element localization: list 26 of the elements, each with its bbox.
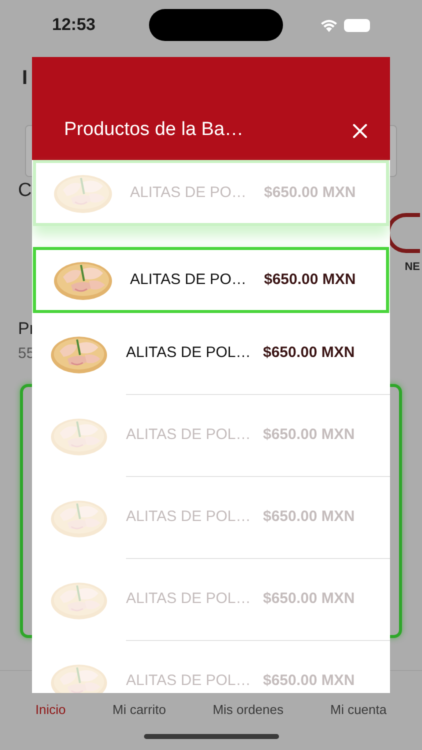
product-name: ALITAS DE POL…: [126, 507, 252, 528]
tab[interactable]: Mi cuenta: [330, 700, 387, 723]
product-name: ALITAS DE PO…: [130, 182, 248, 203]
battery-icon: [344, 18, 370, 32]
tab[interactable]: Mi carrito: [112, 700, 166, 723]
product-price: $650.00 MXN: [264, 270, 356, 290]
product-row[interactable]: ALITAS DE PO… $650.00 MXN: [33, 247, 389, 313]
product-name: ALITAS DE POL…: [126, 671, 252, 692]
product-price: $650.00 MXN: [263, 343, 355, 364]
product-name: ALITAS DE POL…: [126, 425, 252, 446]
modal-title: Productos de la Ba…: [64, 118, 244, 142]
product-name: ALITAS DE POL…: [126, 343, 252, 364]
tab[interactable]: Mis ordenes: [212, 700, 284, 723]
product-price: $650.00 MXN: [263, 671, 355, 692]
product-price: $650.00 MXN: [263, 589, 355, 610]
product-price: $650.00 MXN: [263, 425, 355, 446]
product-name: ALITAS DE PO…: [130, 270, 248, 290]
product-name: ALITAS DE POL…: [126, 589, 252, 610]
section-label: C: [18, 178, 32, 203]
logo-text: NE: [404, 260, 420, 275]
product-price: $650.00 MXN: [263, 507, 355, 528]
product-price: $650.00 MXN: [264, 182, 356, 203]
status-time: 12:53: [52, 14, 96, 36]
page-title: I: [22, 66, 28, 91]
wifi-icon: [320, 18, 338, 32]
tab[interactable]: Inicio: [35, 700, 66, 723]
